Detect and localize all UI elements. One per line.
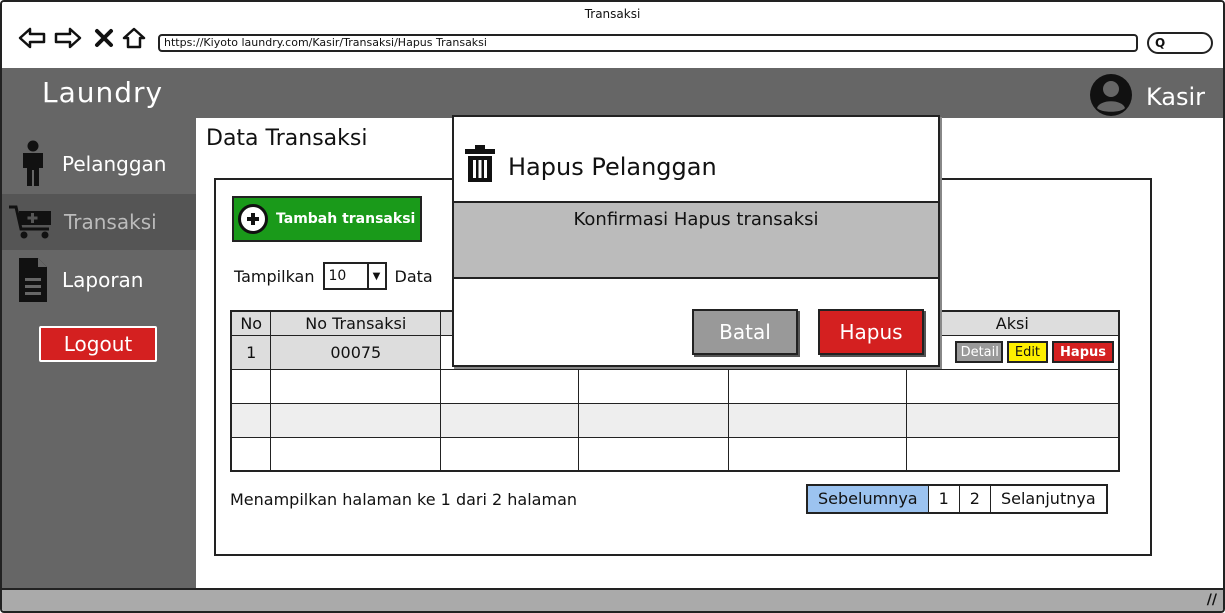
table-cell: 1: [230, 334, 272, 370]
plus-circle-icon: [238, 204, 268, 234]
sidebar-item-pelanggan[interactable]: Pelanggan: [2, 136, 196, 192]
pagination-next[interactable]: Selanjutnya: [990, 486, 1106, 512]
cancel-button[interactable]: Batal: [692, 309, 798, 355]
logout-button[interactable]: Logout: [39, 326, 157, 362]
close-x-icon[interactable]: [90, 24, 118, 52]
dialog-header: Hapus Pelanggan: [464, 145, 717, 189]
page-size-select[interactable]: 10 ▼: [322, 262, 387, 290]
column-header: No: [230, 310, 272, 336]
sidebar-item-laporan[interactable]: Laporan: [2, 252, 196, 308]
pagination-prev[interactable]: Sebelumnya: [808, 486, 929, 512]
table-cell: [440, 436, 579, 472]
cart-icon: [6, 198, 56, 246]
add-transaction-label: Tambah transaksi: [276, 211, 416, 227]
sidebar-item-label: Transaksi: [64, 210, 157, 234]
pagination: Sebelumnya 1 2 Selanjutnya: [806, 484, 1108, 514]
resize-grip-icon[interactable]: //: [1207, 592, 1217, 608]
person-icon: [12, 140, 54, 188]
sidebar: Pelanggan Transaksi Laporan Logout: [2, 118, 196, 588]
back-arrow-icon[interactable]: [18, 24, 46, 52]
search-icon: Q: [1155, 36, 1166, 50]
data-label: Data: [394, 266, 433, 286]
app-header: Laundry Kasir: [2, 68, 1223, 118]
url-bar[interactable]: https://Kiyoto laundry.com/Kasir/Transak…: [158, 34, 1138, 52]
detail-button[interactable]: Detail: [954, 341, 1003, 363]
show-label: Tampilkan: [234, 266, 315, 286]
sidebar-item-label: Laporan: [62, 268, 144, 292]
brand-title: Laundry: [42, 76, 164, 109]
sidebar-item-label: Pelanggan: [62, 152, 167, 176]
confirm-delete-button[interactable]: Hapus: [818, 309, 924, 355]
table-cell: [440, 402, 579, 438]
document-icon: [12, 256, 54, 304]
table-cell: 00075: [270, 334, 442, 370]
table-row: [230, 402, 1120, 438]
user-label: Kasir: [1145, 83, 1205, 111]
table-cell: [230, 368, 272, 404]
column-header: No Transaksi: [270, 310, 442, 336]
table-cell: [270, 436, 442, 472]
table-cell: [577, 436, 730, 472]
table-row: [230, 368, 1120, 404]
table-row: [230, 436, 1120, 472]
table-cell: [728, 402, 907, 438]
table-cell: [577, 402, 730, 438]
table-cell: [577, 368, 730, 404]
page-title: Data Transaksi: [206, 126, 368, 151]
dialog-message: Konfirmasi Hapus transaksi: [454, 201, 938, 279]
table-cell: [230, 402, 272, 438]
chevron-down-icon: ▼: [366, 264, 385, 288]
user-menu[interactable]: Kasir: [1088, 72, 1205, 122]
delete-confirm-dialog: Hapus Pelanggan Konfirmasi Hapus transak…: [452, 115, 940, 367]
sidebar-item-transaksi[interactable]: Transaksi: [2, 194, 196, 250]
table-cell: [905, 402, 1120, 438]
edit-button[interactable]: Edit: [1006, 341, 1049, 363]
delete-button[interactable]: Hapus: [1052, 341, 1114, 363]
pagination-page[interactable]: 2: [959, 486, 991, 512]
pagination-info: Menampilkan halaman ke 1 dari 2 halaman: [230, 490, 578, 509]
user-avatar-icon: [1088, 72, 1134, 122]
trash-icon: [464, 145, 496, 189]
table-cell: [905, 436, 1120, 472]
app-window: Transaksi https://Kiyoto laundry.com/Kas…: [0, 0, 1225, 613]
add-transaction-button[interactable]: Tambah transaksi: [232, 196, 422, 242]
browser-search-field[interactable]: Q: [1147, 32, 1213, 54]
table-cell: [270, 368, 442, 404]
page-size-value: 10: [328, 268, 347, 284]
page-size-row: Tampilkan 10 ▼ Data: [234, 262, 433, 290]
home-icon[interactable]: [120, 24, 148, 52]
pagination-page[interactable]: 1: [928, 486, 960, 512]
table-cell: [728, 368, 907, 404]
browser-chrome: Transaksi https://Kiyoto laundry.com/Kas…: [2, 2, 1223, 68]
table-cell: [728, 436, 907, 472]
forward-arrow-icon[interactable]: [54, 24, 82, 52]
status-bar: //: [2, 588, 1223, 611]
table-cell: [440, 368, 579, 404]
table-cell: [230, 436, 272, 472]
table-cell: [905, 368, 1120, 404]
dialog-title: Hapus Pelanggan: [508, 153, 717, 181]
table-cell: [270, 402, 442, 438]
window-title: Transaksi: [584, 7, 641, 21]
